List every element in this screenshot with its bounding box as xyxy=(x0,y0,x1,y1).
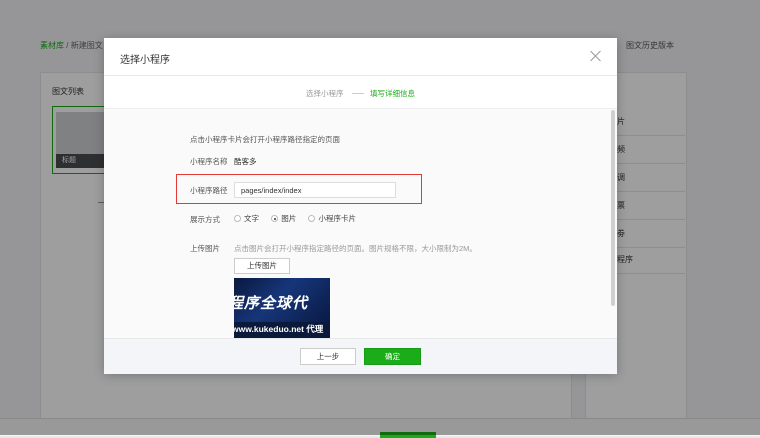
upload-hint: 点击图片会打开小程序指定路径的页面。图片规格不限，大小限制为2M。 xyxy=(234,244,477,253)
prev-step-button[interactable]: 上一步 xyxy=(300,348,356,365)
step-fill-details: 填写详细信息 xyxy=(370,89,415,98)
title-divider xyxy=(104,75,617,76)
upload-label: 上传图片 xyxy=(190,244,220,253)
radio-image-label[interactable]: 图片 xyxy=(281,213,296,224)
display-mode-options: 文字 图片 小程序卡片 xyxy=(234,213,366,225)
radio-card[interactable] xyxy=(308,215,316,222)
dialog-footer: 上一步 确定 xyxy=(104,338,617,374)
radio-card-label[interactable]: 小程序卡片 xyxy=(318,213,356,224)
radio-text[interactable] xyxy=(234,215,241,222)
uploaded-image-preview[interactable]: 程序全球代 www.kukeduo.net 代理 xyxy=(234,278,330,338)
radio-image[interactable] xyxy=(271,215,279,222)
close-icon[interactable] xyxy=(589,49,603,63)
name-value: 酷客多 xyxy=(234,157,257,166)
dialog-scrollbar[interactable] xyxy=(611,110,615,306)
select-miniprogram-dialog: 选择小程序 选择小程序 填写详细信息 点击小程序卡片会打开小程序路径指定的页面 … xyxy=(104,38,617,374)
radio-text-label[interactable]: 文字 xyxy=(244,213,259,224)
confirm-button[interactable]: 确定 xyxy=(364,348,421,365)
path-label: 小程序路径 xyxy=(190,186,228,195)
dialog-title: 选择小程序 xyxy=(120,55,170,66)
preview-text-line2: www.kukeduo.net 代理 xyxy=(234,324,324,334)
name-label: 小程序名称 xyxy=(190,157,228,166)
step-connector xyxy=(352,93,364,94)
path-input[interactable] xyxy=(234,182,396,198)
upload-image-button[interactable]: 上传图片 xyxy=(234,258,290,274)
preview-text-line1: 程序全球代 xyxy=(234,295,309,312)
step-indicator: 选择小程序 填写详细信息 xyxy=(104,88,617,100)
step-select-miniprogram: 选择小程序 xyxy=(306,89,344,98)
display-mode-label: 展示方式 xyxy=(190,215,220,224)
card-hint-text: 点击小程序卡片会打开小程序路径指定的页面 xyxy=(190,135,340,144)
